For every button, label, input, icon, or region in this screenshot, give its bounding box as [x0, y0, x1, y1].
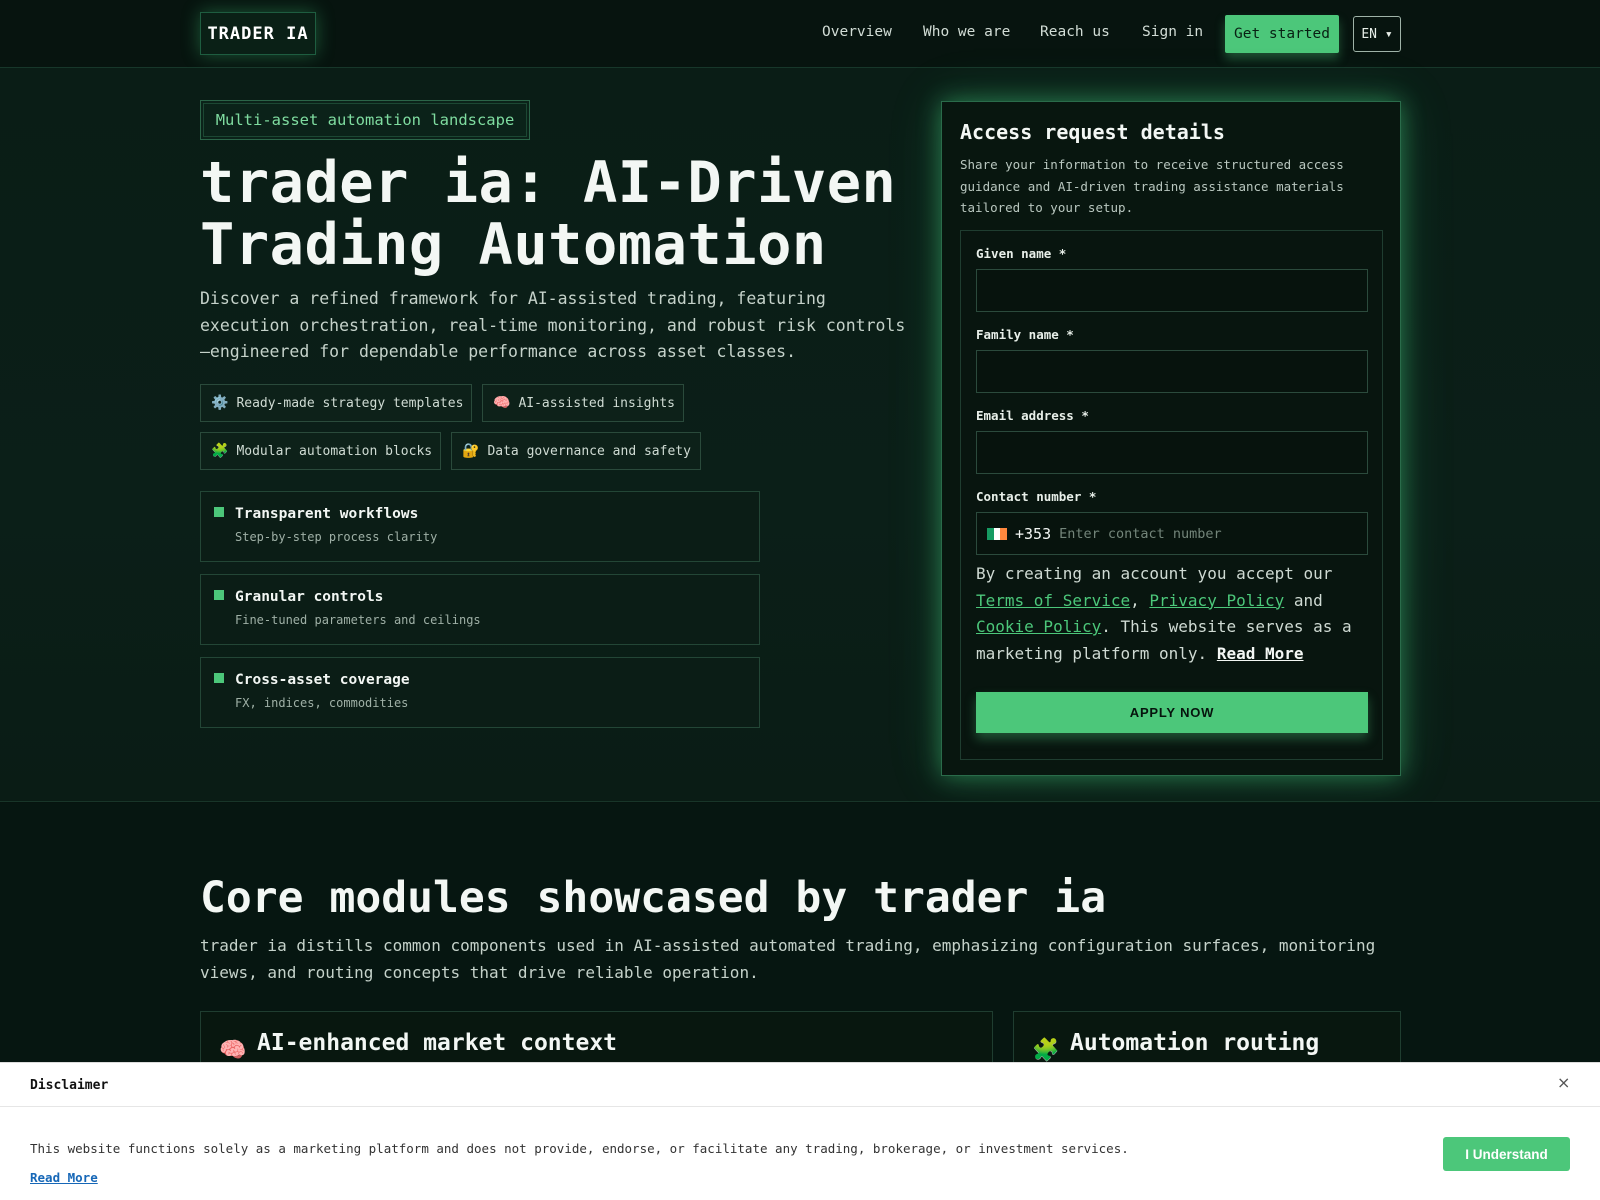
puzzle-icon: 🧩	[211, 443, 229, 459]
chip-data-governance: 🔐 Data governance and safety	[451, 432, 701, 470]
site-header: TRADER IA Overview Who we are Reach us S…	[0, 0, 1600, 68]
email-label: Email address *	[976, 408, 1089, 423]
disclaimer-text: This website functions solely as a marke…	[30, 1141, 1129, 1156]
phone-country-code[interactable]: +353	[1015, 525, 1051, 543]
module-card-title: AI-enhanced market context	[257, 1030, 618, 1056]
disclaimer-header: Disclaimer ×	[0, 1063, 1600, 1107]
disclaimer-title: Disclaimer	[30, 1078, 109, 1093]
feature-description: Fine-tuned parameters and ceilings	[235, 613, 481, 627]
terms-of-service-link[interactable]: Terms of Service	[976, 591, 1130, 610]
access-request-card: Access request details Share your inform…	[941, 101, 1401, 776]
disclaimer-banner: Disclaimer × This website functions sole…	[0, 1062, 1600, 1200]
chip-ai-insights: 🧠 AI-assisted insights	[482, 384, 684, 422]
family-name-label: Family name *	[976, 327, 1074, 342]
nav-overview[interactable]: Overview	[822, 24, 892, 40]
chip-label: Modular automation blocks	[236, 443, 433, 459]
gear-icon: ⚙️	[211, 395, 229, 411]
nav-who-we-are[interactable]: Who we are	[923, 24, 1010, 40]
feature-granular-controls: Granular controls Fine-tuned parameters …	[200, 574, 760, 645]
privacy-policy-link[interactable]: Privacy Policy	[1149, 591, 1284, 610]
feature-title: Transparent workflows	[235, 506, 419, 522]
hero-tag: Multi-asset automation landscape	[200, 100, 530, 140]
close-icon[interactable]: ×	[1557, 1073, 1570, 1092]
feature-transparent-workflows: Transparent workflows Step-by-step proce…	[200, 491, 760, 562]
given-name-input[interactable]	[976, 269, 1368, 312]
module-card-title: Automation routing	[1070, 1030, 1320, 1056]
hero-section: Multi-asset automation landscape trader …	[0, 68, 1600, 802]
modules-subtitle: trader ia distills common components use…	[200, 936, 1376, 982]
logo[interactable]: TRADER IA	[200, 12, 316, 55]
chip-label: Ready-made strategy templates	[236, 395, 464, 411]
chip-strategy-templates: ⚙️ Ready-made strategy templates	[200, 384, 472, 422]
read-more-link[interactable]: Read More	[1217, 644, 1304, 663]
chip-label: Data governance and safety	[487, 443, 691, 459]
get-started-button[interactable]: Get started	[1225, 15, 1339, 53]
modules-section: Core modules showcased by trader ia trad…	[0, 803, 1600, 1091]
hero-title: trader ia: AI-Driven Trading Automation	[200, 150, 897, 278]
bullet-square-icon	[214, 507, 224, 517]
brain-icon: 🧠	[493, 395, 511, 411]
apply-now-button[interactable]: APPLY NOW	[976, 692, 1368, 733]
ireland-flag-icon[interactable]	[987, 527, 1008, 540]
contact-number-input[interactable]: +353 Enter contact number	[976, 512, 1368, 555]
modules-title: Core modules showcased by trader ia	[200, 873, 1107, 923]
feature-title: Cross-asset coverage	[235, 672, 410, 688]
disclaimer-read-more-link[interactable]: Read More	[30, 1170, 98, 1185]
phone-placeholder[interactable]: Enter contact number	[1059, 526, 1222, 542]
chip-label: AI-assisted insights	[518, 395, 675, 411]
card-title: Access request details	[960, 120, 1225, 144]
puzzle-icon: 🧩	[1032, 1038, 1060, 1063]
language-selector[interactable]: EN ▾	[1353, 16, 1401, 52]
card-description: Share your information to receive struct…	[960, 157, 1344, 215]
terms-text: By creating an account you accept our Te…	[976, 564, 1352, 663]
feature-description: FX, indices, commodities	[235, 696, 409, 710]
bullet-square-icon	[214, 590, 224, 600]
i-understand-button[interactable]: I Understand	[1443, 1137, 1570, 1171]
cookie-policy-link[interactable]: Cookie Policy	[976, 617, 1101, 636]
feature-description: Step-by-step process clarity	[235, 530, 438, 544]
nav-sign-in[interactable]: Sign in	[1142, 24, 1203, 40]
hero-subtitle: Discover a refined framework for AI-assi…	[200, 289, 906, 361]
signup-form: Given name * Family name * Email address…	[960, 230, 1383, 760]
terms-and: and	[1293, 590, 1323, 610]
terms-prefix: By creating an account you accept our	[976, 564, 1333, 583]
lock-icon: 🔐	[462, 443, 480, 459]
bullet-square-icon	[214, 673, 224, 683]
feature-cross-asset-coverage: Cross-asset coverage FX, indices, commod…	[200, 657, 760, 728]
brain-icon: 🧠	[219, 1038, 247, 1063]
chip-automation-blocks: 🧩 Modular automation blocks	[200, 432, 441, 470]
contact-label: Contact number *	[976, 489, 1097, 504]
given-name-label: Given name *	[976, 246, 1067, 261]
feature-title: Granular controls	[235, 589, 384, 605]
email-input[interactable]	[976, 431, 1368, 474]
nav-reach-us[interactable]: Reach us	[1040, 24, 1110, 40]
family-name-input[interactable]	[976, 350, 1368, 393]
